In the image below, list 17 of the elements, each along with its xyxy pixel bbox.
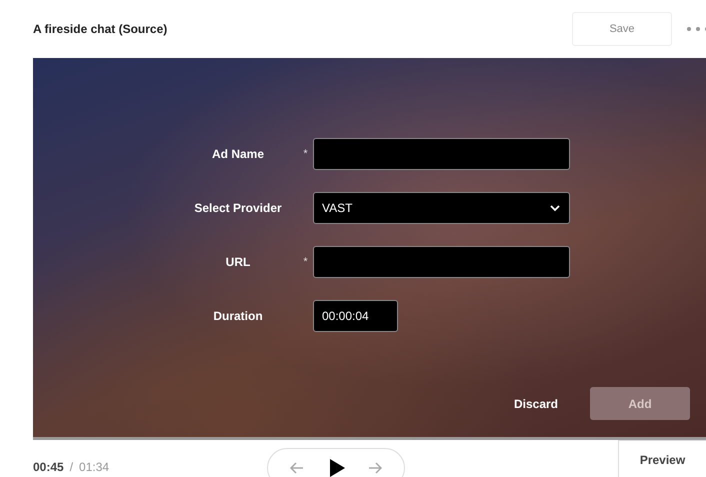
provider-dropdown[interactable]: VAST bbox=[313, 192, 570, 224]
total-time: 01:34 bbox=[79, 460, 110, 474]
more-icon[interactable] bbox=[686, 26, 706, 32]
field-label: Ad Name bbox=[210, 147, 265, 161]
duration-field[interactable]: 00:00:04 bbox=[313, 300, 398, 332]
field-label: Duration bbox=[212, 309, 264, 323]
field-label: URL bbox=[224, 255, 252, 269]
input-field[interactable] bbox=[313, 246, 570, 278]
required-mark: * bbox=[302, 256, 309, 268]
time-separator: / bbox=[70, 460, 74, 474]
field-label: Select Provider bbox=[193, 201, 283, 215]
preview-button[interactable]: Preview bbox=[618, 440, 706, 477]
input-field[interactable] bbox=[313, 138, 570, 170]
discard-button[interactable]: Discard bbox=[508, 396, 564, 412]
required-mark: * bbox=[302, 148, 309, 160]
video-title: A fireside chat (Source) bbox=[33, 22, 168, 36]
current-time: 00:45 bbox=[33, 460, 64, 474]
